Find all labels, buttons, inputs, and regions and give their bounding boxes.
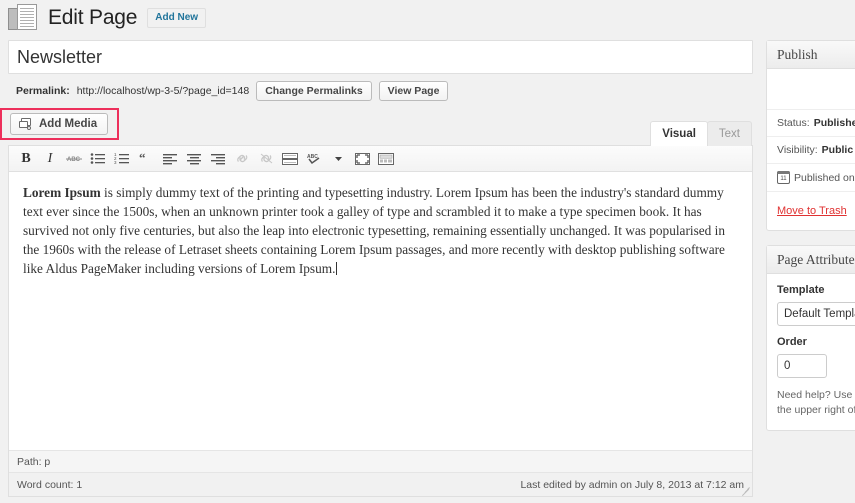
page-attributes-title: Page Attributes bbox=[767, 246, 855, 274]
italic-icon[interactable]: I bbox=[39, 149, 61, 169]
visibility-value: Public bbox=[821, 144, 854, 156]
add-new-button[interactable]: Add New bbox=[147, 8, 207, 28]
word-count: Word count: 1 bbox=[17, 478, 83, 491]
status-label: Status: bbox=[777, 117, 810, 129]
page-header: Edit Page Add New bbox=[8, 2, 207, 34]
sidebar: Publish Status: Published Edit Visibilit… bbox=[766, 40, 855, 445]
spellcheck-icon[interactable]: ABC bbox=[303, 149, 325, 169]
media-icon bbox=[19, 118, 33, 130]
unordered-list-icon[interactable] bbox=[87, 149, 109, 169]
order-input[interactable] bbox=[777, 354, 827, 378]
strikethrough-icon[interactable]: ABC bbox=[63, 149, 85, 169]
publish-visibility-row: Visibility: Public Edit bbox=[767, 136, 855, 163]
move-to-trash-link[interactable]: Move to Trash bbox=[777, 205, 847, 217]
publish-panel-title: Publish bbox=[767, 41, 855, 69]
kitchen-sink-icon[interactable] bbox=[375, 149, 397, 169]
editor-status-bar: Word count: 1 Last edited by admin on Ju… bbox=[9, 472, 752, 497]
svg-text:3: 3 bbox=[114, 160, 117, 165]
publish-actions-row bbox=[767, 69, 855, 109]
published-on-label: Published on: bbox=[794, 171, 855, 184]
content-body: is simply dummy text of the printing and… bbox=[23, 185, 725, 276]
add-media-button[interactable]: Add Media bbox=[10, 113, 109, 135]
content-lead-bold: Lorem Ipsum bbox=[23, 185, 101, 200]
text-caret bbox=[336, 261, 338, 275]
ordered-list-icon[interactable]: 1 2 3 bbox=[111, 149, 133, 169]
permalink-label: Permalink: bbox=[16, 85, 70, 97]
unlink-icon[interactable] bbox=[255, 149, 277, 169]
template-select[interactable] bbox=[777, 302, 855, 326]
editor-mode-tabs: Visual Text bbox=[650, 121, 752, 146]
tab-visual[interactable]: Visual bbox=[650, 121, 708, 146]
svg-text:“: “ bbox=[139, 153, 146, 165]
path-label: Path: p bbox=[17, 455, 51, 468]
tab-text[interactable]: Text bbox=[706, 121, 752, 146]
chevron-down-icon[interactable] bbox=[327, 149, 349, 169]
main-column: Permalink: http://localhost/wp-3-5/?page… bbox=[0, 40, 753, 497]
add-media-label: Add Media bbox=[39, 118, 98, 130]
resize-handle[interactable] bbox=[740, 484, 750, 497]
bold-icon[interactable]: B bbox=[15, 149, 37, 169]
order-label: Order bbox=[777, 336, 807, 348]
editor-path-bar: Path: p bbox=[9, 450, 752, 472]
editor-container: Visual Text B I ABC 1 2 3 “ ABC Lorem Ip… bbox=[8, 121, 753, 497]
align-center-icon[interactable] bbox=[183, 149, 205, 169]
change-permalinks-button[interactable]: Change Permalinks bbox=[256, 80, 372, 102]
page-attributes-help: Need help? Use the Help tab in the upper… bbox=[777, 389, 855, 417]
blockquote-icon[interactable]: “ bbox=[135, 149, 157, 169]
permalink-url: http://localhost/wp-3-5/?page_id=148 bbox=[76, 85, 250, 97]
publish-status-row: Status: Published Edit bbox=[767, 109, 855, 136]
pages-icon bbox=[8, 4, 38, 32]
publish-panel: Publish Status: Published Edit Visibilit… bbox=[766, 40, 855, 231]
editor-content-area[interactable]: Lorem Ipsum is simply dummy text of the … bbox=[9, 172, 752, 450]
calendar-icon: 11 bbox=[777, 171, 790, 184]
align-left-icon[interactable] bbox=[159, 149, 181, 169]
editor-toolbar: B I ABC 1 2 3 “ ABC bbox=[9, 146, 752, 172]
page-attributes-panel: Page Attributes Template Order Need help… bbox=[766, 245, 855, 432]
fullscreen-icon[interactable] bbox=[351, 149, 373, 169]
align-right-icon[interactable] bbox=[207, 149, 229, 169]
publish-date-row: 11 Published on: Jul 8, 2013 @ 7:11 bbox=[767, 163, 855, 191]
insert-link-icon[interactable] bbox=[231, 149, 253, 169]
wordpress-edit-page-screen: Edit Page Add New Permalink: http://loca… bbox=[0, 0, 855, 503]
insert-more-tag-icon[interactable] bbox=[279, 149, 301, 169]
svg-text:ABC: ABC bbox=[67, 157, 81, 163]
template-label: Template bbox=[777, 284, 825, 296]
view-page-button[interactable]: View Page bbox=[378, 80, 449, 102]
visibility-label: Visibility: bbox=[777, 144, 818, 156]
permalink-row: Permalink: http://localhost/wp-3-5/?page… bbox=[8, 80, 753, 102]
page-attributes-body: Template Order Need help? Use the Help t… bbox=[767, 274, 855, 430]
status-value: Published bbox=[813, 117, 855, 129]
post-title-input[interactable] bbox=[8, 40, 753, 74]
add-media-zone: Add Media bbox=[0, 108, 753, 140]
last-edited: Last edited by admin on July 8, 2013 at … bbox=[520, 478, 744, 491]
page-title: Edit Page bbox=[48, 6, 138, 29]
publish-trash-row: Move to Trash bbox=[767, 191, 855, 230]
